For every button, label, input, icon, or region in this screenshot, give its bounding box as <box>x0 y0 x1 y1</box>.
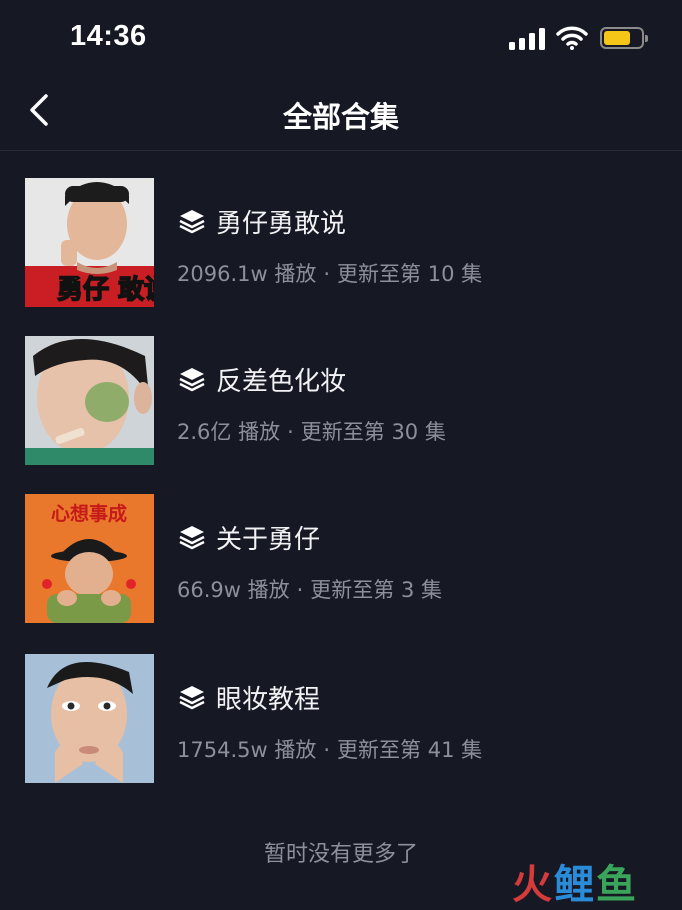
thumbnail-caption: 勇仔 敢说 <box>57 274 154 305</box>
battery-icon <box>600 27 648 49</box>
wifi-icon <box>556 26 588 50</box>
collection-stack-icon <box>179 526 205 550</box>
collection-meta: 2.6亿 播放 · 更新至第 30 集 <box>177 416 446 446</box>
collection-stack-icon <box>179 368 205 392</box>
play-count: 2096.1w 播放 <box>177 262 317 286</box>
collection-title: 反差色化妆 <box>216 366 347 397</box>
play-count: 66.9w 播放 <box>177 578 290 602</box>
update-status: 更新至第 10 集 <box>337 262 483 286</box>
update-status: 更新至第 41 集 <box>337 738 483 762</box>
collection-meta: 2096.1w 播放 · 更新至第 10 集 <box>177 258 482 288</box>
page-title: 全部合集 <box>282 100 399 134</box>
collection-item[interactable]: 反差色化妆 2.6亿 播放 · 更新至第 30 集 <box>0 336 682 466</box>
update-status: 更新至第 3 集 <box>310 578 443 602</box>
collection-thumbnail <box>25 654 154 783</box>
play-count: 1754.5w 播放 <box>177 738 317 762</box>
watermark-logo: 火鲤鱼 <box>512 862 638 908</box>
update-status: 更新至第 30 集 <box>300 420 446 444</box>
collection-thumbnail <box>25 336 154 465</box>
collection-item[interactable]: 眼妆教程 1754.5w 播放 · 更新至第 41 集 <box>0 654 682 784</box>
nav-bar: 全部合集 <box>0 78 682 151</box>
collection-meta: 66.9w 播放 · 更新至第 3 集 <box>177 574 442 604</box>
collection-meta: 1754.5w 播放 · 更新至第 41 集 <box>177 734 482 764</box>
status-bar: 14:36 <box>0 0 682 78</box>
collection-title: 眼妆教程 <box>216 684 321 715</box>
separator-dot: · <box>323 262 331 286</box>
separator-dot: · <box>296 578 304 602</box>
separator-dot: · <box>287 420 294 444</box>
cellular-signal-icon <box>509 28 547 50</box>
collection-item[interactable]: 勇仔 敢说 勇仔勇敢说 2096.1w 播放·更新至第 10 集 <box>0 178 682 308</box>
collection-thumbnail: 勇仔 敢说 <box>25 178 154 307</box>
collection-item[interactable]: 心想事成 关于勇仔 66.9w 播放 · 更新至第 3 集 <box>0 494 682 624</box>
collection-stack-icon <box>179 686 205 710</box>
thumbnail-caption: 心想事成 <box>51 502 127 525</box>
collection-stack-icon <box>179 210 205 234</box>
status-time: 14:36 <box>70 20 147 52</box>
play-count: 2.6亿 播放 <box>177 420 281 444</box>
collection-title: 关于勇仔 <box>216 524 321 555</box>
separator-dot: · <box>323 738 331 762</box>
collection-title: 勇仔勇敢说 <box>216 208 347 239</box>
collection-thumbnail: 心想事成 <box>25 494 154 623</box>
